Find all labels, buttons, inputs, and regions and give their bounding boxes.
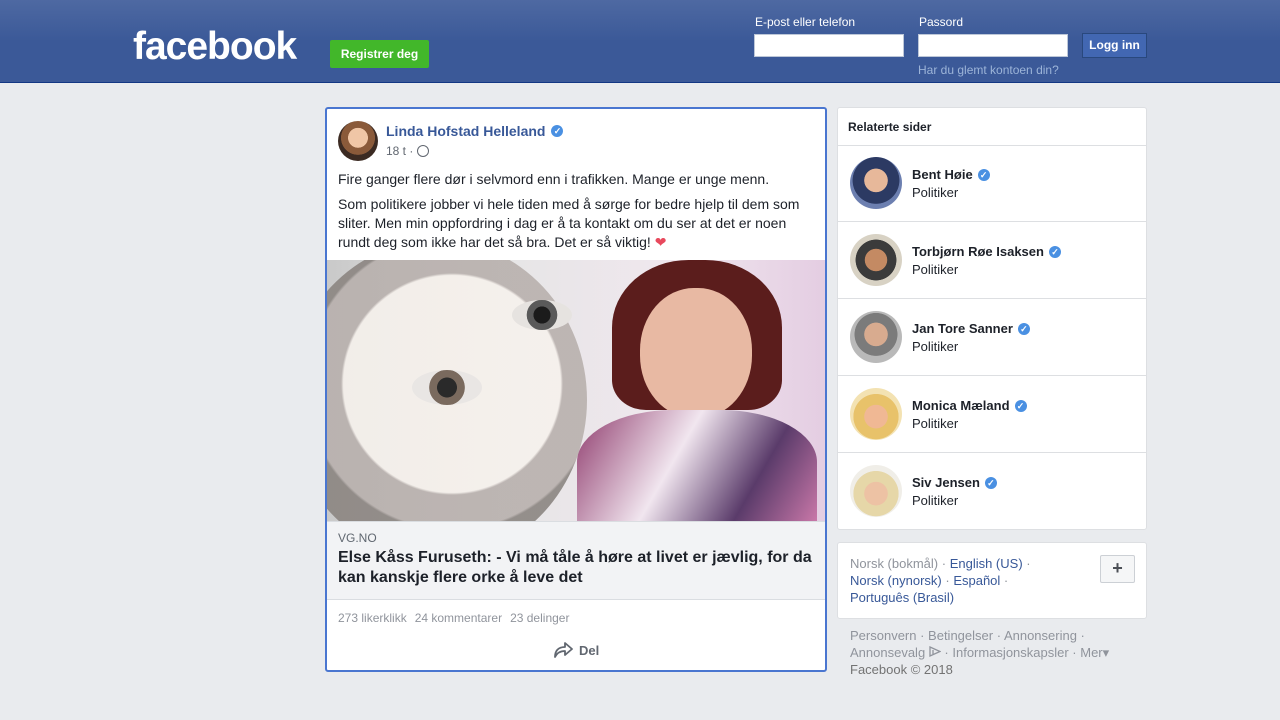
author-name[interactable]: Linda Hofstad Helleland [386,123,545,139]
author-avatar[interactable] [338,121,378,161]
post-text-line1: Fire ganger flere dør i selvmord enn i t… [338,171,770,187]
footer-link[interactable]: Annonsevalg [850,645,925,660]
likes-count[interactable]: 273 likerklikk [338,611,407,625]
footer-link[interactable]: Mer [1080,645,1102,660]
related-page-name[interactable]: Jan Tore Sanner [912,321,1013,336]
post-time[interactable]: 18 t · [386,144,413,158]
related-page-name-row: Jan Tore Sanner ✓ [912,321,1030,336]
email-field[interactable] [754,34,904,57]
link-title[interactable]: Else Kåss Furuseth: - Vi må tåle å høre … [338,548,818,588]
share-label: Del [579,642,600,658]
footer: Personvern · Betingelser · Annonsering ·… [850,628,1110,677]
adchoices-icon [929,645,942,658]
related-page-item[interactable]: Jan Tore Sanner ✓ Politiker [838,299,1146,376]
related-page-name-row: Siv Jensen ✓ [912,475,997,490]
woman-body [577,410,817,521]
related-page-item[interactable]: Torbjørn Røe Isaksen ✓ Politiker [838,222,1146,299]
related-page-item[interactable]: Bent Høie ✓ Politiker [838,145,1146,222]
related-page-role: Politiker [912,185,959,200]
related-pages-title: Relaterte sider [848,120,932,134]
shares-count[interactable]: 23 delinger [510,611,569,625]
mural-eye-right [512,300,572,330]
related-page-role: Politiker [912,493,959,508]
related-page-role: Politiker [912,262,959,277]
mural-eye-left [412,370,482,405]
more-languages-button[interactable]: + [1100,555,1135,583]
language-panel: Norsk (bokmål) · English (US) · Norsk (n… [837,542,1147,619]
language-option[interactable]: Português (Brasil) [850,590,954,605]
related-page-name-row: Bent Høie ✓ [912,167,990,182]
login-button[interactable]: Logg inn [1082,33,1147,58]
facebook-logo[interactable]: facebook [133,27,297,67]
related-page-role: Politiker [912,416,959,431]
post-text-paragraph: Som politikere jobber vi hele tiden med … [338,196,800,250]
verified-badge-icon: ✓ [1048,245,1061,258]
footer-link[interactable]: Personvern [850,628,916,643]
related-page-item[interactable]: Monica Mæland ✓ Politiker [838,376,1146,453]
password-label: Passord [919,15,964,29]
heart-emoji-icon: ❤ [654,234,667,250]
monica-maeland-avatar[interactable] [850,388,902,440]
language-option[interactable]: English (US) [950,556,1023,571]
language-option[interactable]: Español [953,573,1000,588]
author-name-row: Linda Hofstad Helleland ✓ [386,123,564,139]
share-button[interactable]: Del [553,641,599,659]
post-meta: 18 t · [386,144,430,158]
share-arrow-icon [554,642,573,658]
current-language: Norsk (bokmål) [850,556,939,571]
related-page-name[interactable]: Monica Mæland [912,398,1010,413]
language-list: Norsk (bokmål) · English (US) · Norsk (n… [850,556,1031,605]
email-label: E-post eller telefon [755,15,856,29]
forgot-account-link[interactable]: Har du glemt kontoen din? [918,63,1059,77]
jan-tore-sanner-avatar[interactable] [850,311,902,363]
copyright: Facebook © 2018 [850,662,953,677]
related-page-name[interactable]: Bent Høie [912,167,973,182]
password-field[interactable] [918,34,1068,57]
related-page-name[interactable]: Torbjørn Røe Isaksen [912,244,1044,259]
language-option[interactable]: Norsk (nynorsk) [850,573,942,588]
related-page-item[interactable]: Siv Jensen ✓ Politiker [838,453,1146,530]
link-preview-image[interactable] [327,260,825,521]
related-pages-panel: Relaterte sider Bent Høie ✓ Politiker Tor… [837,107,1147,530]
register-button[interactable]: Registrer deg [330,40,429,68]
woman-face [640,288,752,418]
footer-link[interactable]: Informasjonskapsler [952,645,1068,660]
verified-badge-icon: ✓ [551,125,564,137]
post-text-body: Som politikere jobber vi hele tiden med … [338,195,808,252]
top-bar: facebook Registrer deg E-post eller tele… [0,0,1280,83]
footer-link[interactable]: Betingelser [928,628,993,643]
post-stats: 273 likerklikk 24 kommentarer 23 delinge… [338,611,569,625]
post-card: Linda Hofstad Helleland ✓ 18 t · Fire ga… [325,107,827,672]
related-page-name-row: Monica Mæland ✓ [912,398,1027,413]
footer-link[interactable]: Annonsering [1004,628,1077,643]
comments-count[interactable]: 24 kommentarer [415,611,502,625]
related-page-name-row: Torbjørn Røe Isaksen ✓ [912,244,1061,259]
torbjorn-roe-isaksen-avatar[interactable] [850,234,902,286]
link-preview-box[interactable]: VG.NO Else Kåss Furuseth: - Vi må tåle å… [327,521,825,600]
verified-badge-icon: ✓ [1017,322,1030,335]
link-domain: VG.NO [338,531,377,545]
bent-hoie-avatar[interactable] [850,157,902,209]
verified-badge-icon: ✓ [977,168,990,181]
related-page-name[interactable]: Siv Jensen [912,475,980,490]
globe-icon [417,145,430,157]
caret-down-icon: ▾ [1102,645,1110,660]
siv-jensen-avatar[interactable] [850,465,902,517]
related-page-role: Politiker [912,339,959,354]
verified-badge-icon: ✓ [984,476,997,489]
verified-badge-icon: ✓ [1014,399,1027,412]
